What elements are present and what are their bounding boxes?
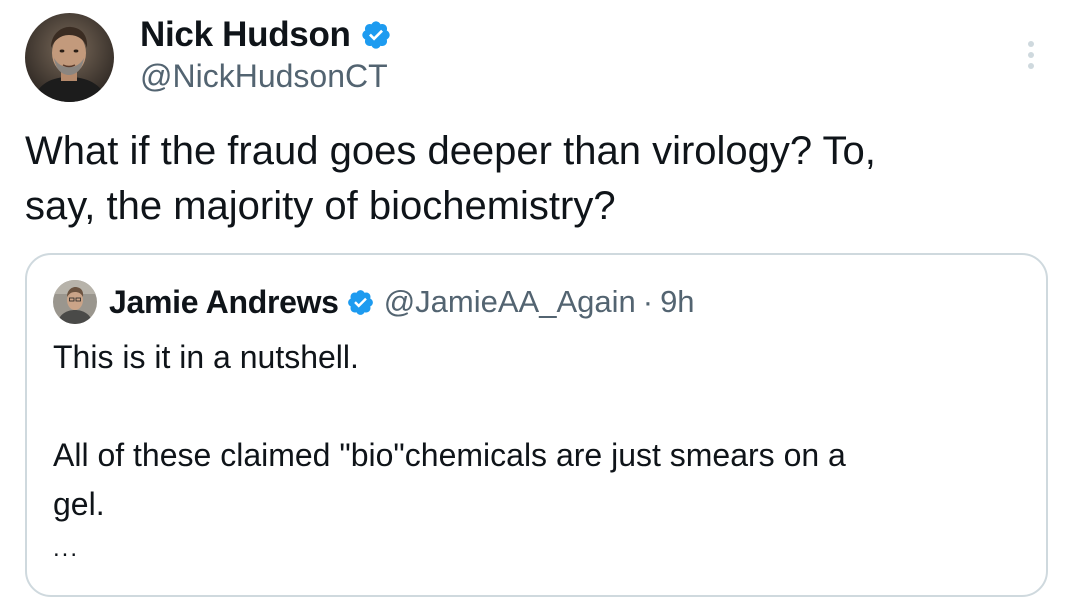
quoted-text-line: All of these claimed "bio"chemicals are … [53,437,846,473]
quoted-author-handle[interactable]: @JamieAA_Again [384,284,636,320]
more-dot [1028,52,1034,58]
more-dot [1028,63,1034,69]
more-vertical-icon[interactable] [1019,35,1043,75]
quoted-text-line: gel. [53,486,105,522]
tweet-header: Nick Hudson @NickHudsonCT [25,13,1055,105]
quoted-author-name[interactable]: Jamie Andrews [109,284,339,321]
truncation-ellipsis: ... [53,535,80,562]
tweet-text: What if the fraud goes deeper than virol… [25,124,1035,234]
author-handle[interactable]: @NickHudsonCT [140,58,388,95]
verified-badge-icon [346,288,375,317]
author-name[interactable]: Nick Hudson [140,15,351,55]
separator-dot: · [642,284,654,319]
quoted-tweet-text: This is it in a nutshell. All of these c… [53,333,1013,569]
author-name-row: Nick Hudson [140,15,392,55]
quoted-tweet-card[interactable]: Jamie Andrews @JamieAA_Again · 9h This i… [25,253,1048,597]
quoted-text-line: This is it in a nutshell. [53,339,359,375]
more-dot [1028,41,1034,47]
quoted-timestamp[interactable]: 9h [660,284,694,320]
tweet-text-line: What if the fraud goes deeper than virol… [25,129,876,173]
author-avatar[interactable] [25,13,114,102]
tweet-text-line: say, the majority of biochemistry? [25,184,616,228]
quoted-tweet-header: Jamie Andrews @JamieAA_Again · 9h [53,279,695,325]
quoted-author-avatar[interactable] [53,280,97,324]
verified-badge-icon [360,19,392,51]
